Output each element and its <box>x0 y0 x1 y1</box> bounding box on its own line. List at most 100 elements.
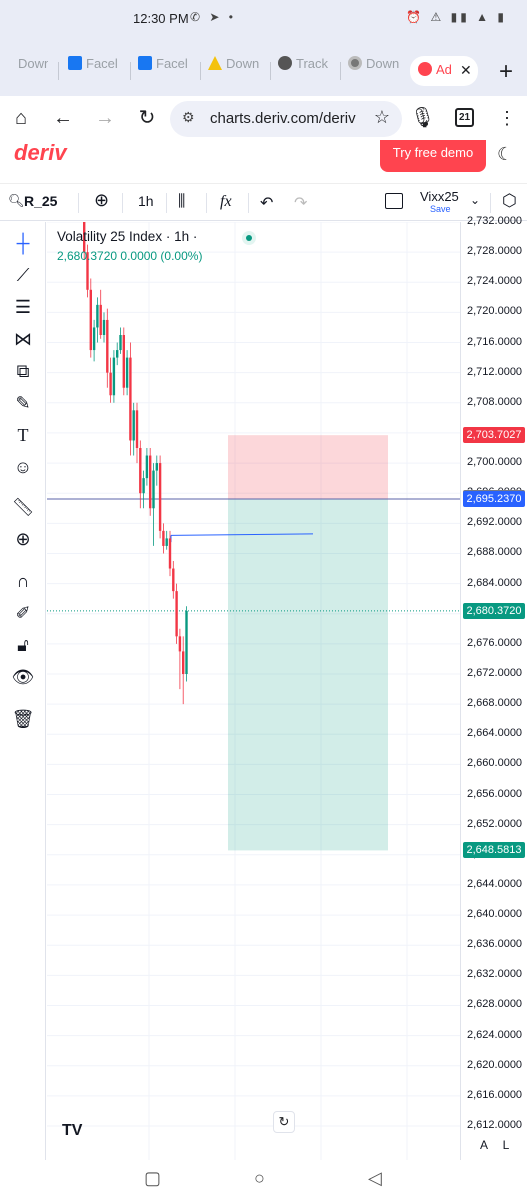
candle-body <box>165 538 168 546</box>
log-scale-button[interactable]: L <box>497 1136 515 1154</box>
ruler-icon[interactable]: 📏︎ <box>10 494 36 520</box>
take-profit-zone <box>228 498 388 851</box>
forward-icon[interactable]: → <box>93 106 117 130</box>
price-marker-label: 2,695.2370 <box>463 490 525 507</box>
price-tick-label: 2,720.0000 <box>467 305 523 318</box>
candle-body <box>129 357 132 441</box>
price-tick-label: 2,668.0000 <box>467 697 523 710</box>
tradingview-logo[interactable]: TV <box>62 1122 82 1140</box>
divider <box>78 193 79 213</box>
try-free-demo-button[interactable]: Try free demo <box>380 140 486 172</box>
tab-2[interactable]: Facel <box>68 56 120 86</box>
divider <box>490 193 491 213</box>
magnet-icon[interactable]: ∩ <box>10 568 36 594</box>
lock-drawing-icon[interactable]: ✐ <box>10 600 36 626</box>
trend-line-icon[interactable]: ⟋ <box>10 262 36 288</box>
back-icon[interactable]: ← <box>51 106 75 130</box>
home-nav-icon[interactable]: ○ <box>254 1168 265 1189</box>
site-settings-icon[interactable]: ⚙ <box>182 109 195 126</box>
url-text[interactable]: charts.deriv.com/deriv <box>210 110 360 127</box>
reload-icon[interactable]: ↻ <box>135 106 159 130</box>
notification-icons: ✆ ➤ • <box>190 10 236 24</box>
candle-body <box>112 357 116 396</box>
fullscreen-icon[interactable] <box>385 193 403 209</box>
price-tick-label: 2,636.0000 <box>467 938 523 951</box>
bookmark-star-icon[interactable]: ☆ <box>374 107 390 128</box>
tab-5[interactable]: Track <box>278 56 330 86</box>
price-axis[interactable]: A L 2,732.0000 2,728.0000 2,724.0000 2,720.… <box>460 215 527 1160</box>
price-tick-label: 2,624.0000 <box>467 1028 523 1041</box>
close-tab-icon[interactable]: ✕ <box>460 62 472 79</box>
crosshair-icon[interactable]: ┼ <box>10 230 36 256</box>
price-tick-label: 2,644.0000 <box>467 877 523 890</box>
hide-drawings-icon[interactable]: 👁︎ <box>10 664 36 690</box>
new-tab-button[interactable]: + <box>499 60 513 84</box>
chrome-icon <box>348 56 362 70</box>
trash-icon[interactable]: 🗑︎ <box>10 706 36 732</box>
tab-3[interactable]: Facel <box>138 56 190 86</box>
candles-icon[interactable]: ⫼ <box>178 193 185 211</box>
auto-scale-button[interactable]: A <box>475 1136 493 1154</box>
price-tick-label: 2,628.0000 <box>467 998 523 1011</box>
facebook-icon <box>68 56 82 70</box>
price-tick-label: 2,676.0000 <box>467 636 523 649</box>
redo-icon[interactable]: ↷ <box>294 193 307 213</box>
candlestick-chart[interactable] <box>47 222 460 1160</box>
chevron-down-icon[interactable]: ⌄ <box>470 193 480 207</box>
account-name[interactable]: Vixx25 <box>420 189 459 204</box>
add-symbol-icon[interactable]: ⊕ <box>94 190 109 211</box>
candle-body <box>162 530 165 546</box>
price-tick-label: 2,620.0000 <box>467 1058 523 1071</box>
microphone-icon[interactable]: 🎙 <box>410 106 435 130</box>
price-tick-label: 2,660.0000 <box>467 757 523 770</box>
chart-legend-title: Volatility 25 Index · 1h · <box>57 229 198 244</box>
clock: 12:30 PM <box>133 11 189 26</box>
price-tick-label: 2,712.0000 <box>467 365 523 378</box>
tab-6[interactable]: Down <box>348 56 400 86</box>
fib-retracement-icon[interactable]: ☰ <box>10 294 36 320</box>
deriv-logo[interactable]: deriv <box>14 140 67 166</box>
tab-divider <box>200 62 201 80</box>
tab-4[interactable]: Down <box>208 56 260 86</box>
tab-switcher-button[interactable]: 21 <box>455 108 474 127</box>
text-tool-icon[interactable]: T <box>10 422 36 448</box>
home-icon[interactable]: ⌂ <box>9 106 33 130</box>
tab-label: Facel <box>156 56 188 71</box>
tab-1[interactable]: Down <box>18 56 48 86</box>
recents-icon[interactable]: ▢ <box>144 1168 161 1189</box>
symbol-search[interactable]: R_25 <box>24 193 57 209</box>
candle-body <box>168 538 172 569</box>
tab-divider <box>270 62 271 80</box>
undo-icon[interactable]: ↶ <box>260 193 273 213</box>
save-label[interactable]: Save <box>430 204 451 214</box>
symbol-search-icon[interactable]: 🔍︎ <box>8 193 25 209</box>
price-tick-label: 2,732.0000 <box>467 215 523 227</box>
emoji-icon[interactable]: ☺ <box>10 454 36 480</box>
position-tool-icon[interactable]: ⧉ <box>10 358 36 384</box>
lock-icon[interactable]: 🔓︎ <box>10 632 36 658</box>
candle-body <box>175 591 178 637</box>
chart-area[interactable]: Volatility 25 Index · 1h · 2,680.3720 0.… <box>47 222 460 1160</box>
theme-toggle-icon[interactable]: ☾ <box>497 144 513 165</box>
indicators-icon[interactable]: fx <box>220 193 232 211</box>
system-icons: ⏰ ⚠ ▮▮ ▲ ▮ <box>406 10 507 24</box>
more-menu-icon[interactable]: ⋮ <box>495 106 519 130</box>
price-marker-label: 2,648.5813 <box>463 842 525 859</box>
price-tick-label: 2,616.0000 <box>467 1088 523 1101</box>
address-bar[interactable]: ⚙ charts.deriv.com/deriv ☆ <box>170 101 402 137</box>
browser-toolbar: ⌂ ← → ↻ ⚙ charts.deriv.com/deriv ☆ 🎙 21 … <box>0 96 527 142</box>
live-status-icon <box>242 231 256 245</box>
pattern-icon[interactable]: ⋈ <box>10 326 36 352</box>
brush-icon[interactable]: ✎ <box>10 390 36 416</box>
interval-button[interactable]: 1h <box>138 193 154 209</box>
price-tick-label: 2,612.0000 <box>467 1119 523 1131</box>
price-tick-label: 2,708.0000 <box>467 395 523 408</box>
tab-divider <box>340 62 341 80</box>
tab-strip: Down Facel Facel Down Track Down Ad ✕ + <box>0 40 527 96</box>
reset-chart-button[interactable]: ↻ <box>273 1111 295 1133</box>
back-nav-icon[interactable]: ◁ <box>368 1168 382 1189</box>
zoom-in-icon[interactable]: ⊕ <box>10 526 36 552</box>
candle-body <box>99 304 102 335</box>
settings-icon[interactable]: ⬡ <box>502 191 517 211</box>
tab-divider <box>130 62 131 80</box>
